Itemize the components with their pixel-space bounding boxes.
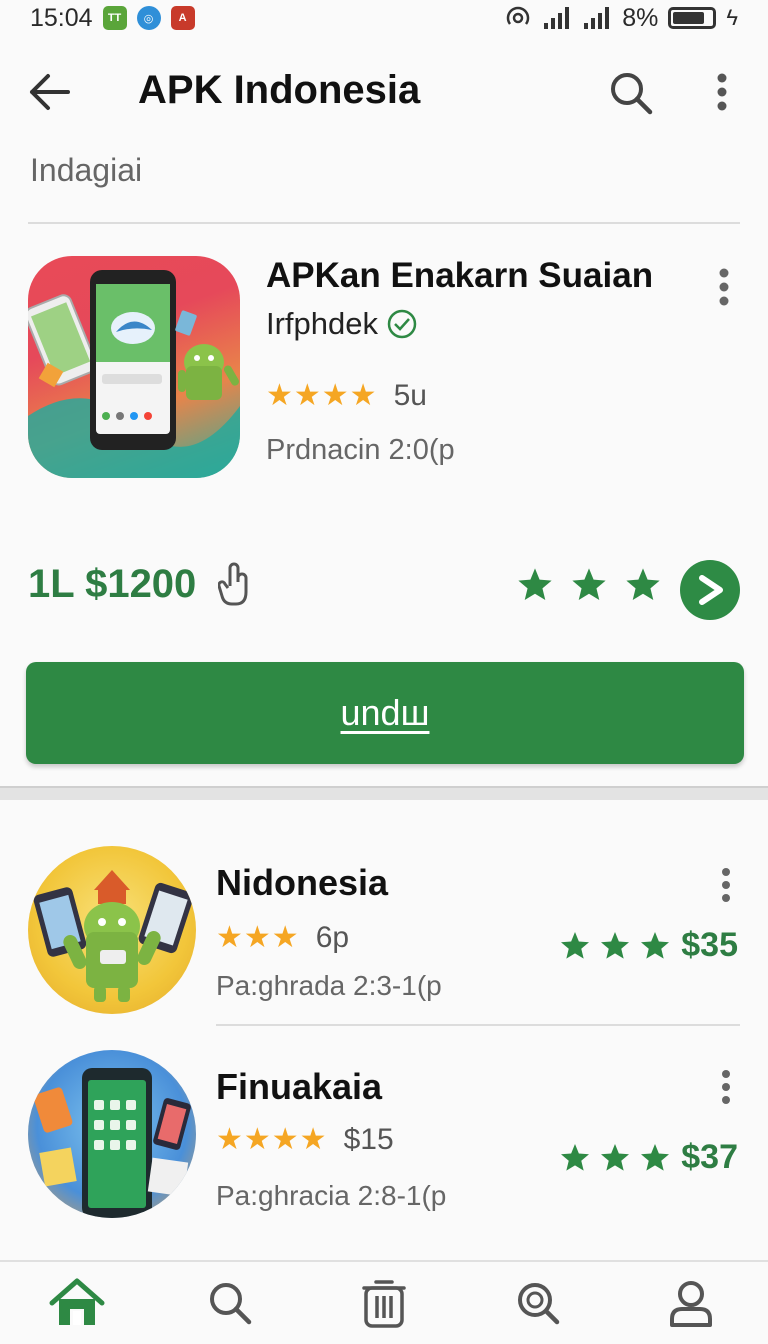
- rating-stars: ★★★★: [216, 1123, 328, 1156]
- status-time: 15:04: [30, 3, 93, 32]
- app-price-row: $35: [559, 926, 738, 965]
- app-price: $37: [681, 1138, 738, 1176]
- touch-icon: [218, 562, 248, 606]
- explore-icon: [517, 1283, 559, 1325]
- search-button[interactable]: [608, 70, 654, 121]
- signal-icon: [544, 7, 570, 29]
- more-vert-icon: [722, 1070, 730, 1104]
- list-item[interactable]: Finuakaia ★★★★ $15 Pa:ghracia 2:8-1(p $3…: [0, 1036, 768, 1236]
- star-icon: [561, 931, 590, 959]
- hotspot-icon: [507, 6, 530, 25]
- rating-count: 5u: [393, 378, 427, 412]
- nav-library[interactable]: [354, 1273, 414, 1333]
- app-icon: [28, 846, 196, 1014]
- trash-icon: [362, 1280, 406, 1328]
- charging-icon: ϟ: [726, 5, 738, 30]
- status-bar: 15:04 TT ◎ A 8% ϟ: [0, 0, 768, 36]
- featured-app-icon[interactable]: [28, 256, 240, 478]
- star-icon: [626, 568, 660, 601]
- app-bar: APK Indonesia: [0, 52, 768, 132]
- featured-more-button[interactable]: [718, 268, 730, 311]
- nav-home[interactable]: [47, 1273, 107, 1333]
- bottom-navigation: [0, 1260, 768, 1344]
- notification-app-icon: ◎: [136, 6, 161, 30]
- rating-count: 6p: [315, 920, 350, 954]
- star-icon: [601, 1143, 630, 1171]
- app-title: Nidonesia: [216, 862, 389, 903]
- app-meta: Pa:ghracia 2:8-1(p: [216, 1180, 447, 1211]
- nav-profile[interactable]: [661, 1273, 721, 1333]
- notification-app-icon: TT: [102, 6, 127, 30]
- app-meta: Pa:ghrada 2:3-1(p: [216, 970, 442, 1001]
- featured-app-title[interactable]: APKan Enakarn Suaian: [266, 256, 653, 296]
- item-more-button[interactable]: [720, 1070, 732, 1109]
- app-rating: ★★★★ $15: [216, 1122, 394, 1157]
- play-button[interactable]: [680, 560, 740, 620]
- green-stars: [559, 1142, 671, 1174]
- play-icon: [699, 575, 723, 605]
- download-label: undш: [340, 692, 430, 733]
- featured-price-row: 1L $1200: [28, 560, 252, 608]
- rating-count: $15: [343, 1122, 394, 1156]
- app-price: $35: [681, 926, 738, 964]
- featured-developer[interactable]: Irfphdek: [266, 306, 418, 342]
- featured-green-stars: [516, 566, 662, 604]
- item-more-button[interactable]: [720, 868, 732, 907]
- star-icon: [601, 931, 630, 959]
- page-title: APK Indonesia: [138, 68, 421, 112]
- nav-search[interactable]: [200, 1273, 260, 1333]
- overflow-menu-button[interactable]: [716, 72, 728, 117]
- nav-explore[interactable]: [508, 1273, 568, 1333]
- star-icon: [641, 931, 670, 959]
- app-rating: ★★★ 6p: [216, 920, 349, 955]
- star-icon: [518, 568, 552, 601]
- more-vert-icon: [722, 868, 730, 902]
- developer-name: Irfphdek: [266, 306, 379, 341]
- app-price-row: $37: [559, 1138, 738, 1177]
- star-icon: [561, 1143, 590, 1171]
- divider: [28, 222, 740, 224]
- search-icon: [611, 73, 653, 115]
- featured-meta: Prdnacin 2:0(p: [266, 434, 455, 466]
- section-label: Indagiai: [30, 152, 143, 188]
- more-vert-icon: [719, 268, 729, 306]
- search-icon: [210, 1283, 252, 1325]
- app-title: Finuakaia: [216, 1066, 383, 1107]
- profile-icon: [670, 1281, 713, 1327]
- featured-rating: ★★★★ 5u: [266, 378, 427, 413]
- more-vert-icon: [717, 73, 727, 111]
- download-button[interactable]: undш: [26, 662, 744, 764]
- app-icon: [28, 1050, 196, 1218]
- green-stars: [559, 930, 671, 962]
- battery-percent: 8%: [622, 3, 659, 32]
- notification-app-icon: A: [170, 6, 195, 30]
- rating-stars: ★★★★: [266, 379, 378, 412]
- section-separator: [0, 786, 768, 800]
- featured-price: 1L $1200: [28, 561, 197, 606]
- back-button[interactable]: [26, 70, 72, 119]
- star-icon: [641, 1143, 670, 1171]
- verified-icon: [387, 309, 417, 339]
- signal-icon: [584, 7, 610, 29]
- rating-stars: ★★★: [216, 921, 300, 954]
- list-item[interactable]: Nidonesia ★★★ 6p Pa:ghrada 2:3-1(p $35: [0, 830, 768, 1030]
- home-icon: [49, 1278, 105, 1325]
- star-icon: [572, 568, 606, 601]
- divider: [216, 1024, 740, 1026]
- battery-icon: [668, 7, 717, 29]
- arrow-left-icon: [30, 74, 70, 110]
